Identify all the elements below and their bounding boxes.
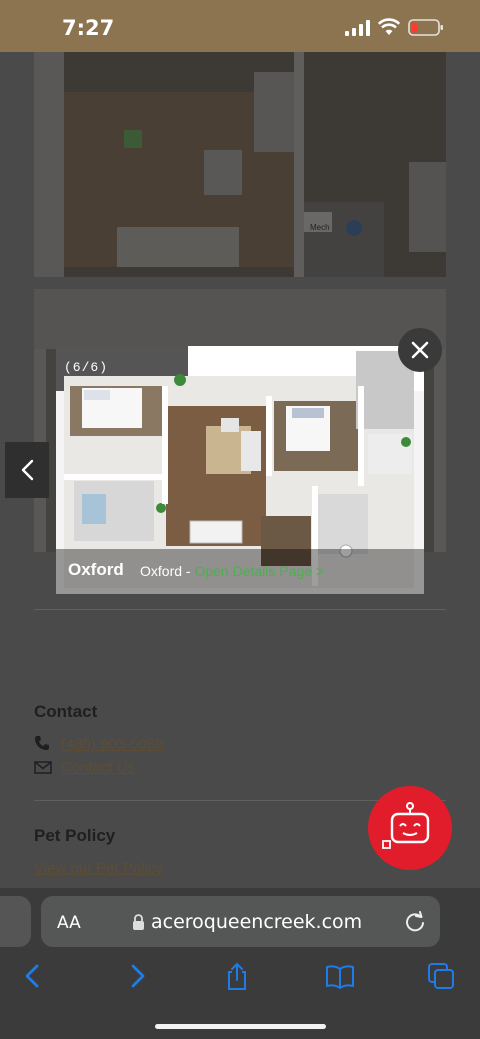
mech-closet-label: Mech (310, 223, 330, 232)
status-bar: 7:27 (0, 0, 480, 52)
gallery-counter: (6/6) (64, 360, 109, 375)
wifi-icon (378, 18, 400, 35)
previous-tab-preview[interactable] (0, 896, 31, 947)
chatbot-button[interactable] (368, 786, 452, 870)
caption-text: Oxford - Open Details Page > (140, 563, 324, 579)
cellular-signal-icon (345, 20, 370, 36)
close-button[interactable] (398, 328, 442, 372)
previous-image-button[interactable] (5, 442, 49, 498)
chevron-right-icon[interactable]: > (316, 563, 324, 579)
url-text[interactable]: aceroqueencreek.com (151, 911, 362, 933)
pet-policy-heading: Pet Policy (34, 826, 116, 845)
caption-name: Oxford - (140, 563, 195, 579)
forward-icon[interactable] (122, 962, 152, 990)
contact-us-link[interactable]: Contact Us (61, 759, 135, 776)
caption-title: Oxford (68, 560, 124, 579)
tabs-icon[interactable] (427, 962, 457, 990)
phone-link[interactable]: (480) 903-5080 (61, 736, 164, 753)
share-icon[interactable] (222, 962, 252, 990)
mail-icon (34, 761, 52, 774)
bookmarks-icon[interactable] (325, 962, 355, 990)
home-indicator (155, 1024, 326, 1029)
lock-icon (133, 914, 144, 930)
divider (34, 609, 446, 610)
pet-policy-link[interactable]: View our Pet Policy (34, 860, 163, 877)
floorplan-lightbox: (6/6) Oxford Oxford - Open Details Page … (56, 346, 424, 594)
status-time: 7:27 (62, 16, 115, 40)
text-size-button[interactable]: AA (57, 913, 81, 933)
phone-icon (35, 736, 49, 750)
back-icon[interactable] (18, 962, 48, 990)
contact-heading: Contact (34, 702, 98, 721)
reload-icon[interactable] (404, 911, 426, 933)
floorplan-image-1[interactable]: Mech (34, 52, 446, 277)
open-details-link[interactable]: Open Details Page (194, 563, 312, 579)
chevron-left-icon (21, 459, 34, 481)
close-icon (411, 341, 429, 359)
robot-icon (382, 802, 430, 849)
battery-low-icon (408, 19, 443, 36)
